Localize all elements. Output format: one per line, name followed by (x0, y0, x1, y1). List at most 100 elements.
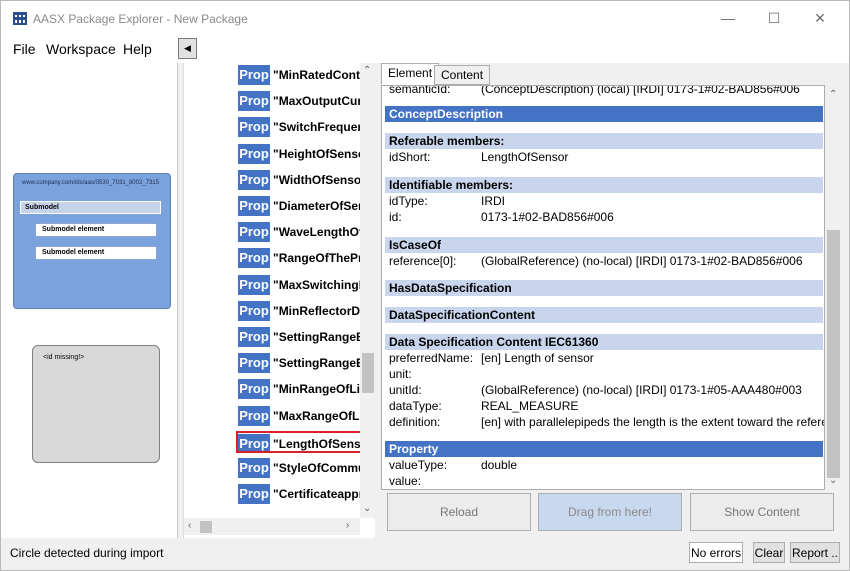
report-button[interactable]: Report .. (790, 542, 840, 563)
scroll-down-icon[interactable]: ⌄ (829, 475, 837, 486)
minimize-button[interactable]: — (705, 1, 751, 35)
tab-content[interactable]: Content (434, 65, 491, 85)
idshort-row: idShort: LengthOfSensor (389, 149, 824, 165)
element-tree: Prop "MinRatedContr Prop "MaxOutputCur Prop "… (183, 63, 375, 538)
reference-row: reference[0]: (GlobalReference) (no-loca… (389, 253, 824, 269)
definition-row: definition: [en] with parallelepipeds th… (389, 414, 824, 430)
close-icon: ✕ (814, 9, 826, 26)
menu-help[interactable]: Help (123, 41, 152, 57)
datatype-row: dataType: REAL_MEASURE (389, 398, 824, 414)
drag-from-here-button[interactable]: Drag from here! (538, 493, 682, 531)
aas-box[interactable]: www.company.com/ids/aas/0530_7031_8002_7… (13, 173, 171, 309)
maximize-icon: ☐ (767, 9, 781, 26)
unitid-row: unitId: (GlobalReference) (no-local) [IR… (389, 382, 824, 398)
reference-value[interactable]: (GlobalReference) (no-local) [IRDI] 0173… (481, 253, 803, 269)
tree-item-label: "MaxRangeOfLi (273, 408, 362, 423)
element-details: semanticId: (ConceptDescription) (local)… (381, 85, 825, 490)
prop-type-badge: Prop (238, 91, 270, 112)
reference-key: reference[0]: (389, 254, 457, 268)
details-scroll-thumb[interactable] (827, 230, 840, 478)
iec61360-header: Data Specification Content IEC61360 (385, 334, 823, 350)
iscaseof-header: IsCaseOf (385, 237, 823, 253)
menu-file[interactable]: File (13, 41, 36, 57)
tree-item-property[interactable]: Prop "SettingRangeB (238, 326, 362, 348)
tree-item-property[interactable]: Prop "Certificateappr (238, 483, 362, 505)
data-specification-content-header: DataSpecificationContent (385, 307, 823, 323)
tree-item-property[interactable]: Prop "MinRatedContr (238, 64, 362, 86)
tree-item-property[interactable]: Prop "MinReflectorDi (238, 300, 362, 322)
scroll-up-icon[interactable]: ⌃ (363, 65, 371, 76)
maximize-button[interactable]: ☐ (751, 1, 797, 35)
idtype-value[interactable]: IRDI (481, 193, 505, 209)
submodel-box[interactable]: Submodel (20, 201, 161, 214)
definition-value[interactable]: [en] with parallelepipeds the length is … (481, 414, 824, 430)
prop-type-badge: Prop (238, 433, 270, 451)
tree-vertical-scrollbar[interactable]: ⌃ ⌄ (360, 63, 375, 518)
tree-item-property[interactable]: Prop "StyleOfCommu (238, 457, 362, 479)
valuetype-value[interactable]: double (481, 457, 517, 473)
definition-key: definition: (389, 415, 441, 429)
tree-item-label: "MinReflectorDi (273, 303, 362, 318)
tree-item-label: "LengthOfSenso (273, 436, 362, 451)
preferred-name-value[interactable]: [en] Length of sensor (481, 350, 594, 366)
tree-hscroll-thumb[interactable] (200, 521, 212, 533)
show-content-button[interactable]: Show Content (690, 493, 834, 531)
prop-type-badge: Prop (238, 327, 270, 347)
tree-item-property[interactable]: Prop "MaxOutputCur (238, 90, 362, 112)
value-key: value: (389, 474, 422, 488)
submodel-element-box[interactable]: Submodel element (35, 223, 157, 237)
semantic-id-key: semanticId: (389, 85, 451, 96)
tab-element[interactable]: Element (381, 63, 440, 85)
idshort-key: idShort: (389, 150, 431, 164)
tree-item-property[interactable]: Prop "WidthOfSensor (238, 169, 362, 191)
asset-id-label: <id missing!> (43, 354, 85, 361)
menu-workspace[interactable]: Workspace (46, 41, 116, 57)
submodel-element-box[interactable]: Submodel element (35, 246, 157, 260)
triangle-left-icon: ◀ (184, 43, 191, 53)
tree-item-property[interactable]: Prop "LengthOfSenso (236, 430, 362, 453)
reload-button[interactable]: Reload (387, 493, 531, 531)
unitid-value[interactable]: (GlobalReference) (no-local) [IRDI] 0173… (481, 382, 802, 398)
scroll-right-icon[interactable]: › (346, 520, 349, 531)
semantic-id-row: semanticId: (ConceptDescription) (local)… (389, 85, 824, 97)
prop-type-badge: Prop (238, 405, 270, 426)
tree-item-property[interactable]: Prop "MaxRangeOfLi (238, 405, 362, 427)
title-bar: AASX Package Explorer - New Package — ☐ … (1, 1, 849, 35)
close-button[interactable]: ✕ (797, 1, 843, 35)
tree-item-property[interactable]: Prop "DiameterOfSer (238, 195, 362, 217)
tree-item-property[interactable]: Prop "HeightOfSenso (238, 143, 362, 165)
tree-item-property[interactable]: Prop "RangeOfThePr (238, 247, 362, 269)
app-icon (13, 12, 27, 25)
tree-item-label: "WidthOfSensor (273, 172, 362, 187)
prop-type-badge: Prop (238, 300, 270, 321)
tree-item-property[interactable]: Prop "SwitchFrequen (238, 116, 362, 138)
tree-item-property[interactable]: Prop "MinRangeOfLig (238, 378, 362, 400)
asset-box[interactable]: <id missing!> (32, 345, 160, 463)
tree-horizontal-scrollbar[interactable]: ‹ › (184, 518, 360, 535)
value-row: value: (389, 473, 824, 489)
prop-type-badge: Prop (238, 196, 270, 216)
idshort-value[interactable]: LengthOfSensor (481, 149, 568, 165)
details-vertical-scrollbar[interactable]: ⌃ ⌄ (825, 85, 842, 490)
tree-item-property[interactable]: Prop "WaveLengthOf (238, 221, 362, 243)
app-window: AASX Package Explorer - New Package — ☐ … (0, 0, 850, 571)
tree-item-property[interactable]: Prop "MaxSwitchingD (238, 274, 362, 296)
scroll-down-icon[interactable]: ⌄ (363, 503, 371, 514)
prop-type-badge: Prop (238, 143, 270, 164)
preferred-name-row: preferredName: [en] Length of sensor (389, 350, 824, 366)
tree-item-label: "DiameterOfSer (273, 199, 362, 213)
id-value[interactable]: 0173-1#02-BAD856#006 (481, 209, 614, 225)
scroll-up-icon[interactable]: ⌃ (829, 89, 837, 100)
datatype-value[interactable]: REAL_MEASURE (481, 398, 578, 414)
identifiable-header: Identifiable members: (385, 177, 823, 193)
window-title: AASX Package Explorer - New Package (33, 12, 248, 26)
tree-item-property[interactable]: Prop "SettingRangeEi (238, 352, 362, 374)
clear-button[interactable]: Clear (753, 542, 785, 563)
tree-item-label: "SettingRangeEi (273, 356, 362, 371)
back-button[interactable]: ◀ (178, 38, 197, 59)
tree-item-label: "MaxSwitchingD (273, 277, 362, 292)
tree-item-label: "Certificateappr (273, 487, 362, 502)
tree-scroll-thumb[interactable] (362, 353, 374, 393)
minimize-icon: — (721, 10, 735, 26)
scroll-left-icon[interactable]: ‹ (188, 520, 191, 531)
